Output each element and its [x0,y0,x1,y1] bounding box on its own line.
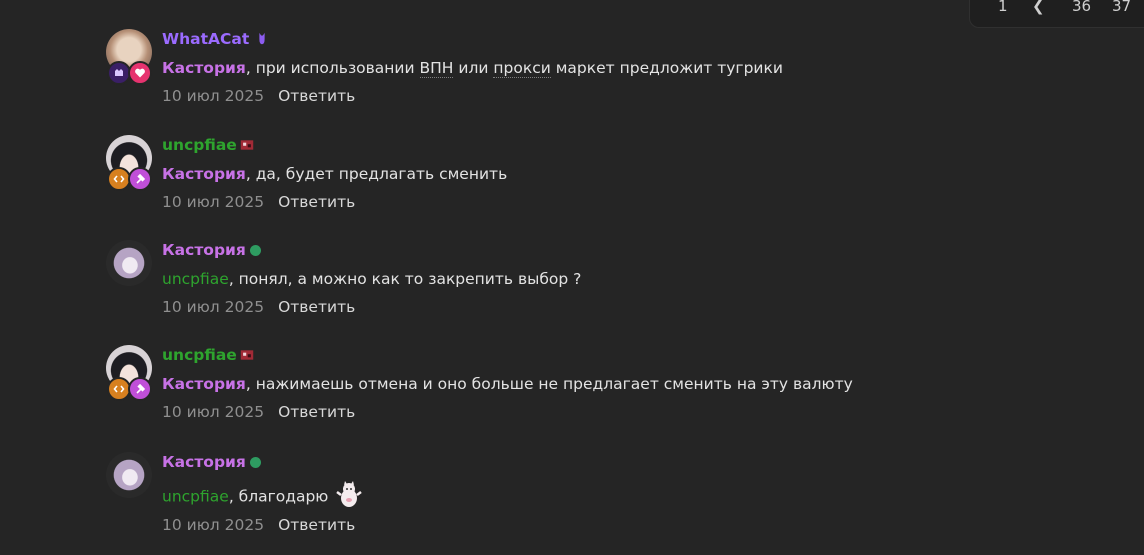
hammer-badge-icon [128,167,152,191]
page-link-36[interactable]: 36 [1072,0,1091,15]
page-link-first[interactable]: 1 [998,0,1008,15]
comment-text-part: или [453,59,494,77]
pixel-sticker-icon [240,140,254,150]
comment-text: uncpfiae, благодарю [162,481,363,512]
comment-text: uncpfiae, понял, а можно как то закрепит… [162,269,581,289]
dancing-cat-emoji-icon [336,481,363,507]
comment-date[interactable]: 10 июл 2025 [162,516,264,534]
heart-badge-icon [128,61,152,85]
reply-button[interactable]: Ответить [278,516,355,534]
online-status-icon [250,245,261,256]
mention-link[interactable]: Кастория [162,375,246,393]
comment-item: uncpfiae Кастория, да, будет предлагать … [106,135,1006,225]
comment-date[interactable]: 10 июл 2025 [162,193,264,211]
tooltip-term[interactable]: прокси [493,59,551,78]
author-name[interactable]: Кастория [162,452,246,472]
author-name[interactable]: uncpfiae [162,135,237,155]
comment-text: Кастория, да, будет предлагать сменить [162,164,507,184]
comment-date[interactable]: 10 июл 2025 [162,298,264,316]
hammer-badge-icon [128,377,152,401]
author-name[interactable]: WhatACat [162,29,249,49]
comment-meta: 10 июл 2025 Ответить [162,515,355,535]
author-name[interactable]: Кастория [162,240,246,260]
comment-meta: 10 июл 2025 Ответить [162,402,355,422]
comment-text-part: , да, будет предлагать сменить [245,165,508,183]
mention-link[interactable]: uncpfiae [162,270,229,288]
reply-button[interactable]: Ответить [278,193,355,211]
comments-page: 1 ❮ 36 37 WhatACat Кастория, при использ… [0,0,1144,555]
comment-meta: 10 июл 2025 Ответить [162,297,355,317]
mention-link[interactable]: uncpfiae [162,488,229,506]
comment-text-part: , нажимаешь отмена и оно больше не предл… [245,375,853,393]
comment-text: Кастория, при использовании ВПН или прок… [162,58,783,78]
reply-button[interactable]: Ответить [278,403,355,421]
comment-item: Кастория uncpfiae, благодарю 10 июл 2025… [106,452,1006,542]
avatar[interactable] [106,452,152,498]
comment-text-part: , при использовании [245,59,420,77]
reply-button[interactable]: Ответить [278,87,355,105]
comment-date[interactable]: 10 июл 2025 [162,87,264,105]
comment-text-part: маркет предложит тугрики [550,59,783,77]
comment-meta: 10 июл 2025 Ответить [162,192,355,212]
comment-date[interactable]: 10 июл 2025 [162,403,264,421]
reply-button[interactable]: Ответить [278,298,355,316]
page-link-37[interactable]: 37 [1112,0,1131,15]
comment-item: Кастория uncpfiae, понял, а можно как то… [106,240,1006,330]
comment-text-part: , понял, а можно как то закрепить выбор … [228,270,582,288]
comment-item: uncpfiae Кастория, нажимаешь отмена и он… [106,345,1006,435]
prev-page-icon[interactable]: ❮ [1032,0,1045,15]
tooltip-term[interactable]: ВПН [419,59,454,78]
online-status-icon [250,457,261,468]
comment-item: WhatACat Кастория, при использовании ВПН… [106,29,1006,119]
avatar[interactable] [106,240,152,286]
comment-text: Кастория, нажимаешь отмена и оно больше … [162,374,853,394]
mention-link[interactable]: Кастория [162,165,246,183]
mention-link[interactable]: Кастория [162,59,246,77]
comment-meta: 10 июл 2025 Ответить [162,86,355,106]
comment-text-part: , благодарю [228,487,329,506]
author-name[interactable]: uncpfiae [162,345,237,365]
cat-status-icon [259,32,265,45]
pagination: 1 ❮ 36 37 [969,0,1144,28]
pixel-sticker-icon [240,350,254,360]
